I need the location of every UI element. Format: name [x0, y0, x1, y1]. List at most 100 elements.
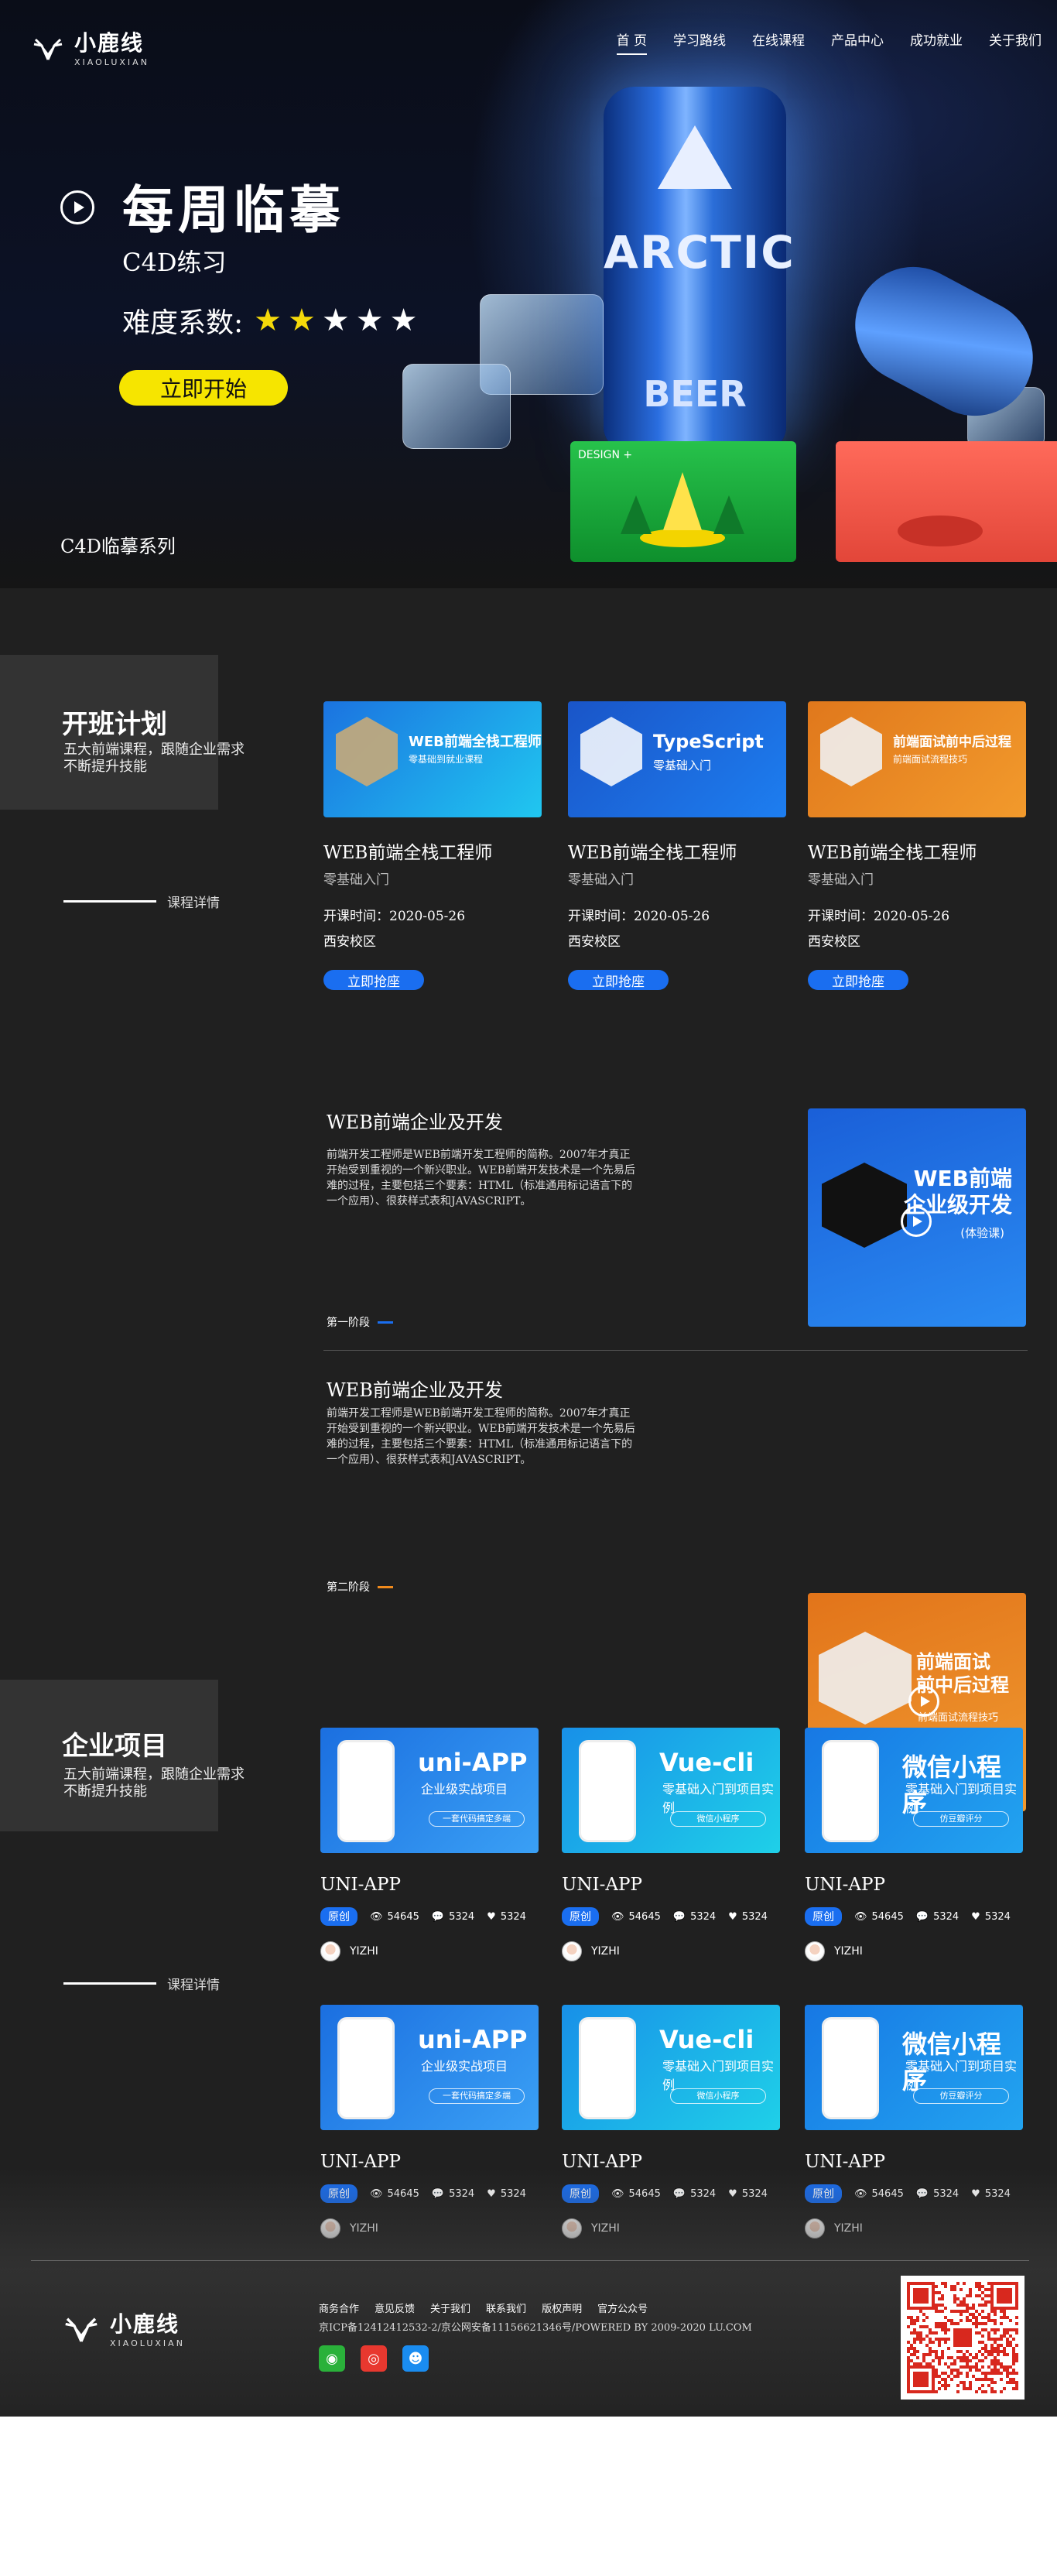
- qr-code: [901, 2276, 1025, 2400]
- start-button[interactable]: 立即开始: [119, 370, 288, 406]
- star-icon: ★: [254, 303, 282, 338]
- heart-icon: ♥: [728, 1910, 737, 1923]
- thumbnail-green[interactable]: DESIGN +: [570, 441, 796, 562]
- course-card[interactable]: WEB前端全栈工程师 零基础到就业课程 WEB前端全栈工程师 零基础入门 开课时…: [323, 701, 542, 990]
- stage-image[interactable]: WEB前端 企业级开发 (体验课): [808, 1108, 1026, 1327]
- stage-label: 第一阶段: [327, 1314, 393, 1330]
- project-author[interactable]: YIZHI: [320, 1941, 539, 1961]
- author-name: YIZHI: [834, 1945, 863, 1958]
- course-image: 前端面试前中后过程 前端面试流程技巧: [808, 701, 1026, 817]
- eye-icon: 👁: [611, 1910, 624, 1923]
- weibo-icon[interactable]: ◎: [361, 2345, 387, 2372]
- thumb-tag: DESIGN +: [578, 449, 633, 461]
- footer-divider: [31, 2260, 1029, 2261]
- stage-label-text: 第一阶段: [327, 1317, 370, 1329]
- eye-icon: 👁: [854, 1910, 867, 1923]
- comments-count: 5324: [690, 1910, 717, 1923]
- course-campus: 西安校区: [323, 934, 376, 950]
- footer-link-feedback[interactable]: 意见反馈: [375, 2300, 415, 2315]
- footer-logo-name: 小鹿线: [110, 2311, 180, 2337]
- nav-products[interactable]: 产品中心: [831, 29, 884, 55]
- footer-link-business[interactable]: 商务合作: [319, 2300, 359, 2315]
- play-icon[interactable]: [908, 1686, 939, 1717]
- projects-detail-link[interactable]: 课程详情: [63, 1974, 220, 1993]
- buy-button[interactable]: 立即抢座: [568, 970, 669, 990]
- project-meta: 原创 👁 54645 💬 5324 ♥ 5324: [562, 1907, 780, 1926]
- project-image: uni-APP 企业级实战项目 一套代码搞定多端: [320, 1728, 539, 1853]
- avatar: [805, 1941, 825, 1961]
- project-image-title: Vue-cli: [659, 2025, 754, 2054]
- series-label: C4D临摹系列: [60, 536, 176, 557]
- deer-logo-icon: [33, 38, 63, 60]
- footer-social: ◉ ◎ ☻: [319, 2345, 429, 2372]
- footer-link-copyright[interactable]: 版权声明: [542, 2300, 582, 2315]
- logo-en: XIAOLUXIAN: [74, 57, 149, 67]
- project-image-bar: 仿豆瓣评分: [913, 2088, 1009, 2104]
- project-name: UNI-APP: [562, 1875, 642, 1895]
- project-author[interactable]: YIZHI: [805, 1941, 1023, 1961]
- nav-online-course[interactable]: 在线课程: [752, 29, 805, 55]
- hero-title: 每周临摹: [122, 180, 345, 240]
- thumbnail-red[interactable]: [836, 441, 1057, 562]
- project-image-bar: 微信小程序: [670, 2088, 766, 2104]
- footer-link-about[interactable]: 关于我们: [430, 2300, 470, 2315]
- original-badge: 原创: [320, 1907, 357, 1926]
- stage-line: [378, 1321, 393, 1324]
- beer-can: ARCTIC BEER: [604, 87, 794, 450]
- project-image: 微信小程序 零基础入门到项目实例 仿豆瓣评分: [805, 2005, 1023, 2130]
- wechat-icon[interactable]: ◉: [319, 2345, 345, 2372]
- nav-home[interactable]: 首 页: [616, 29, 648, 55]
- qq-icon[interactable]: ☻: [402, 2345, 429, 2372]
- stage-title: WEB前端企业及开发: [327, 1379, 503, 1401]
- project-image: 微信小程序 零基础入门到项目实例 仿豆瓣评分: [805, 1728, 1023, 1853]
- course-image-sub: 前端面试流程技巧: [893, 754, 968, 765]
- project-image-title: uni-APP: [418, 1748, 528, 1777]
- comment-icon: 💬: [431, 1910, 445, 1923]
- buy-button[interactable]: 立即抢座: [323, 970, 424, 990]
- project-card[interactable]: 微信小程序零基础入门到项目实例仿豆瓣评分 UNI-APP 原创 👁 54645 💬 5324…: [805, 1728, 1023, 1961]
- project-image-sub: 企业级实战项目: [421, 2059, 508, 2074]
- hero-subtitle: C4D练习: [122, 248, 227, 277]
- stage-title: WEB前端企业及开发: [327, 1112, 503, 1133]
- project-name: UNI-APP: [805, 1875, 885, 1895]
- project-card[interactable]: uni-APP 企业级实战项目一套代码搞定多端 UNI-APP 原创 👁 54645 💬 53…: [320, 1728, 539, 1961]
- plan-detail-link[interactable]: 课程详情: [63, 892, 220, 911]
- buy-button[interactable]: 立即抢座: [808, 970, 908, 990]
- difficulty-row: 难度系数: ★ ★ ★ ★ ★: [122, 300, 417, 341]
- page-bottom-blank: [0, 2417, 1057, 2576]
- heart-icon: ♥: [487, 1910, 496, 1923]
- course-card[interactable]: TypeScript 零基础入门 WEB前端全栈工程师 零基础入门 开课时间：2…: [568, 701, 786, 990]
- course-name: WEB前端全栈工程师: [568, 843, 737, 863]
- hero-banner: ARCTIC BEER DESIGN +: [0, 0, 1057, 588]
- project-meta: 原创 👁 54645 💬 5324 ♥ 5324: [805, 1907, 1023, 1926]
- footer-link-official[interactable]: 官方公众号: [597, 2300, 648, 2315]
- likes-stat: ♥ 5324: [728, 1911, 768, 1923]
- nav-learning-path[interactable]: 学习路线: [673, 29, 726, 55]
- footer-logo[interactable]: 小鹿线 XIAOLUXIAN: [60, 2307, 185, 2348]
- course-image-title: WEB前端全栈工程师: [409, 734, 542, 750]
- projects-title: 企业项目: [62, 1731, 167, 1762]
- course-image: WEB前端全栈工程师 零基础到就业课程: [323, 701, 542, 817]
- course-image-title: TypeScript: [653, 731, 764, 752]
- comments-stat: 💬 5324: [916, 1911, 959, 1923]
- comments-stat: 💬 5324: [432, 1911, 474, 1923]
- plan-side-box: 开班计划 五大前端课程，跟随企业需求不断提升技能: [0, 655, 245, 810]
- nav-employment[interactable]: 成功就业: [910, 29, 963, 55]
- comments-count: 5324: [449, 1910, 475, 1923]
- star-icon: ★: [355, 303, 384, 338]
- hex-icon: [336, 717, 398, 786]
- original-badge: 原创: [805, 1907, 842, 1926]
- likes-stat: ♥ 5324: [971, 1911, 1011, 1923]
- project-author[interactable]: YIZHI: [562, 1941, 780, 1961]
- hero-play-icon[interactable]: [60, 190, 94, 224]
- site-logo[interactable]: 小鹿线 XIAOLUXIAN: [29, 26, 149, 67]
- views-stat: 👁 54645: [854, 1911, 904, 1923]
- project-card[interactable]: Vue-cli 零基础入门到项目实例微信小程序 UNI-APP 原创 👁 54645 💬 53…: [562, 1728, 780, 1961]
- project-image-sub: 零基础入门到项目实例: [905, 1782, 1018, 1815]
- footer-link-contact[interactable]: 联系我们: [486, 2300, 526, 2315]
- star-icon: ★: [321, 303, 350, 338]
- play-icon[interactable]: [901, 1206, 932, 1237]
- course-card[interactable]: 前端面试前中后过程 前端面试流程技巧 WEB前端全栈工程师 零基础入门 开课时间…: [808, 701, 1026, 990]
- nav-about[interactable]: 关于我们: [989, 29, 1042, 55]
- deer-logo-icon: [65, 2317, 97, 2342]
